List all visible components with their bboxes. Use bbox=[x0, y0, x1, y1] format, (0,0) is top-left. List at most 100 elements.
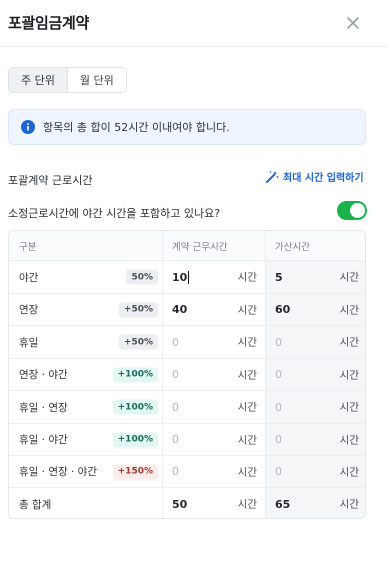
magic-wand-icon bbox=[266, 170, 279, 183]
header-extra-hours: 가산시간 bbox=[266, 231, 365, 260]
total-row: 총 합계 50 시간 65 시간 bbox=[9, 487, 365, 518]
night-question-label: 소정근로시간에 야간 시간을 포함하고 있나요? bbox=[8, 207, 221, 220]
category-cell: 휴일 · 연장 · 야간 +150% bbox=[9, 456, 163, 487]
unit-label: 시간 bbox=[339, 336, 359, 349]
extra-hours-cell: 5 시간 bbox=[266, 261, 365, 293]
max-time-link-label: 최대 시간 입력하기 bbox=[283, 173, 364, 184]
dialog-header: 포괄임금계약 bbox=[0, 0, 387, 46]
contract-hours-value: 40 bbox=[172, 303, 188, 316]
contract-hours-input[interactable]: 0 시간 bbox=[163, 359, 266, 390]
unit-label: 시간 bbox=[339, 401, 359, 414]
unit-label: 시간 bbox=[339, 271, 359, 284]
info-banner: 항목의 총 합이 52시간 이내여야 합니다. bbox=[8, 109, 366, 145]
hours-table: 구분 계약 근무시간 가산시간 야간 50% 10 시간 5 시간 연장 +50% 40 시간 60… bbox=[8, 230, 366, 519]
unit-label: 시간 bbox=[237, 401, 257, 414]
category-cell: 연장 +50% bbox=[9, 294, 163, 325]
total-label-text: 총 합계 bbox=[19, 498, 52, 511]
category-cell: 연장 · 야간 +100% bbox=[9, 359, 163, 390]
period-toggle: 주 단위 월 단위 bbox=[8, 67, 127, 93]
header-contract-hours: 계약 근무시간 bbox=[163, 231, 266, 260]
table-row: 휴일 · 연장 +100% 0 시간 0 시간 bbox=[9, 390, 365, 423]
extra-hours-value: 0 bbox=[275, 400, 282, 414]
section-title: 포괄계약 근로시간 bbox=[8, 174, 93, 187]
close-icon[interactable] bbox=[342, 12, 364, 34]
unit-label: 시간 bbox=[237, 369, 257, 381]
info-text: 항목의 총 합이 52시간 이내여야 합니다. bbox=[43, 121, 230, 134]
unit-label: 시간 bbox=[339, 369, 359, 381]
max-time-link[interactable]: 최대 시간 입력하기 bbox=[265, 169, 364, 184]
row-label: 휴일 · 야간 bbox=[19, 434, 68, 446]
unit-label: 시간 bbox=[339, 434, 359, 446]
rate-badge: +100% bbox=[112, 432, 158, 447]
contract-hours-input[interactable]: 10 시간 bbox=[163, 261, 266, 293]
extra-hours-cell: 0 시간 bbox=[266, 456, 365, 487]
contract-hours-input[interactable]: 0 시간 bbox=[163, 424, 266, 455]
table-row: 야간 50% 10 시간 5 시간 bbox=[9, 260, 365, 293]
rate-badge: +50% bbox=[118, 302, 158, 317]
category-cell: 휴일 · 연장 +100% bbox=[9, 391, 163, 423]
unit-label: 시간 bbox=[339, 466, 359, 478]
extra-hours-value: 0 bbox=[275, 433, 282, 446]
total-contract-cell: 50 시간 bbox=[163, 488, 266, 518]
row-label: 연장 bbox=[19, 304, 39, 316]
category-cell: 휴일 · 야간 +100% bbox=[9, 424, 163, 455]
contract-hours-input[interactable]: 40 시간 bbox=[163, 294, 266, 325]
monthly-option-button[interactable]: 월 단위 bbox=[68, 68, 126, 92]
unit-label: 시간 bbox=[237, 336, 257, 349]
total-extra-value: 65 bbox=[275, 497, 291, 511]
unit-label: 시간 bbox=[237, 434, 257, 446]
table-row: 휴일 · 연장 · 야간 +150% 0 시간 0 시간 bbox=[9, 455, 365, 487]
extra-hours-value: 0 bbox=[275, 368, 282, 381]
row-label: 연장 · 야간 bbox=[19, 369, 68, 381]
extra-hours-cell: 0 시간 bbox=[266, 359, 365, 390]
dialog-title: 포괄임금계약 bbox=[8, 14, 90, 32]
table-row: 휴일 +50% 0 시간 0 시간 bbox=[9, 325, 365, 358]
contract-hours-value: 0 bbox=[172, 400, 179, 414]
row-label: 휴일 · 연장 bbox=[19, 401, 68, 414]
header-divider bbox=[0, 46, 387, 47]
contract-hours-input[interactable]: 0 시간 bbox=[163, 326, 266, 358]
contract-hours-value: 0 bbox=[172, 368, 179, 381]
header-category: 구분 bbox=[9, 231, 163, 260]
extra-hours-value: 60 bbox=[275, 303, 291, 316]
unit-label: 시간 bbox=[237, 466, 257, 478]
table-header-row: 구분 계약 근무시간 가산시간 bbox=[9, 231, 365, 260]
unit-label: 시간 bbox=[237, 304, 257, 316]
rate-badge: +50% bbox=[118, 334, 158, 350]
extra-hours-cell: 0 시간 bbox=[266, 391, 365, 423]
row-label: 휴일 · 연장 · 야간 bbox=[19, 466, 97, 478]
unit-label: 시간 bbox=[237, 498, 257, 511]
rate-badge: +100% bbox=[112, 367, 158, 382]
extra-hours-value: 5 bbox=[275, 270, 283, 284]
table-row: 휴일 · 야간 +100% 0 시간 0 시간 bbox=[9, 423, 365, 455]
extra-hours-value: 0 bbox=[275, 335, 282, 349]
table-row: 연장 +50% 40 시간 60 시간 bbox=[9, 293, 365, 325]
contract-hours-value: 0 bbox=[172, 335, 179, 349]
total-extra-cell: 65 시간 bbox=[266, 488, 365, 518]
unit-label: 시간 bbox=[237, 271, 257, 284]
info-icon bbox=[21, 120, 35, 134]
table-row: 연장 · 야간 +100% 0 시간 0 시간 bbox=[9, 358, 365, 390]
category-cell: 야간 50% bbox=[9, 261, 163, 293]
total-label: 총 합계 bbox=[9, 488, 163, 518]
contract-hours-value: 10 bbox=[172, 270, 188, 284]
rate-badge: +150% bbox=[112, 464, 158, 479]
row-label: 야간 bbox=[19, 271, 39, 284]
text-caret bbox=[188, 270, 190, 284]
weekly-option-button[interactable]: 주 단위 bbox=[9, 68, 68, 92]
unit-label: 시간 bbox=[339, 498, 359, 511]
contract-hours-value: 0 bbox=[172, 433, 179, 446]
rate-badge: +100% bbox=[112, 399, 158, 415]
row-label: 휴일 bbox=[19, 336, 39, 349]
toggle-knob bbox=[350, 203, 365, 218]
rate-badge: 50% bbox=[126, 269, 158, 285]
extra-hours-value: 0 bbox=[275, 465, 282, 478]
night-toggle[interactable] bbox=[337, 201, 367, 220]
category-cell: 휴일 +50% bbox=[9, 326, 163, 358]
extra-hours-cell: 60 시간 bbox=[266, 294, 365, 325]
extra-hours-cell: 0 시간 bbox=[266, 326, 365, 358]
unit-label: 시간 bbox=[339, 304, 359, 316]
contract-hours-input[interactable]: 0 시간 bbox=[163, 456, 266, 487]
contract-hours-value: 0 bbox=[172, 465, 179, 478]
contract-hours-input[interactable]: 0 시간 bbox=[163, 391, 266, 423]
